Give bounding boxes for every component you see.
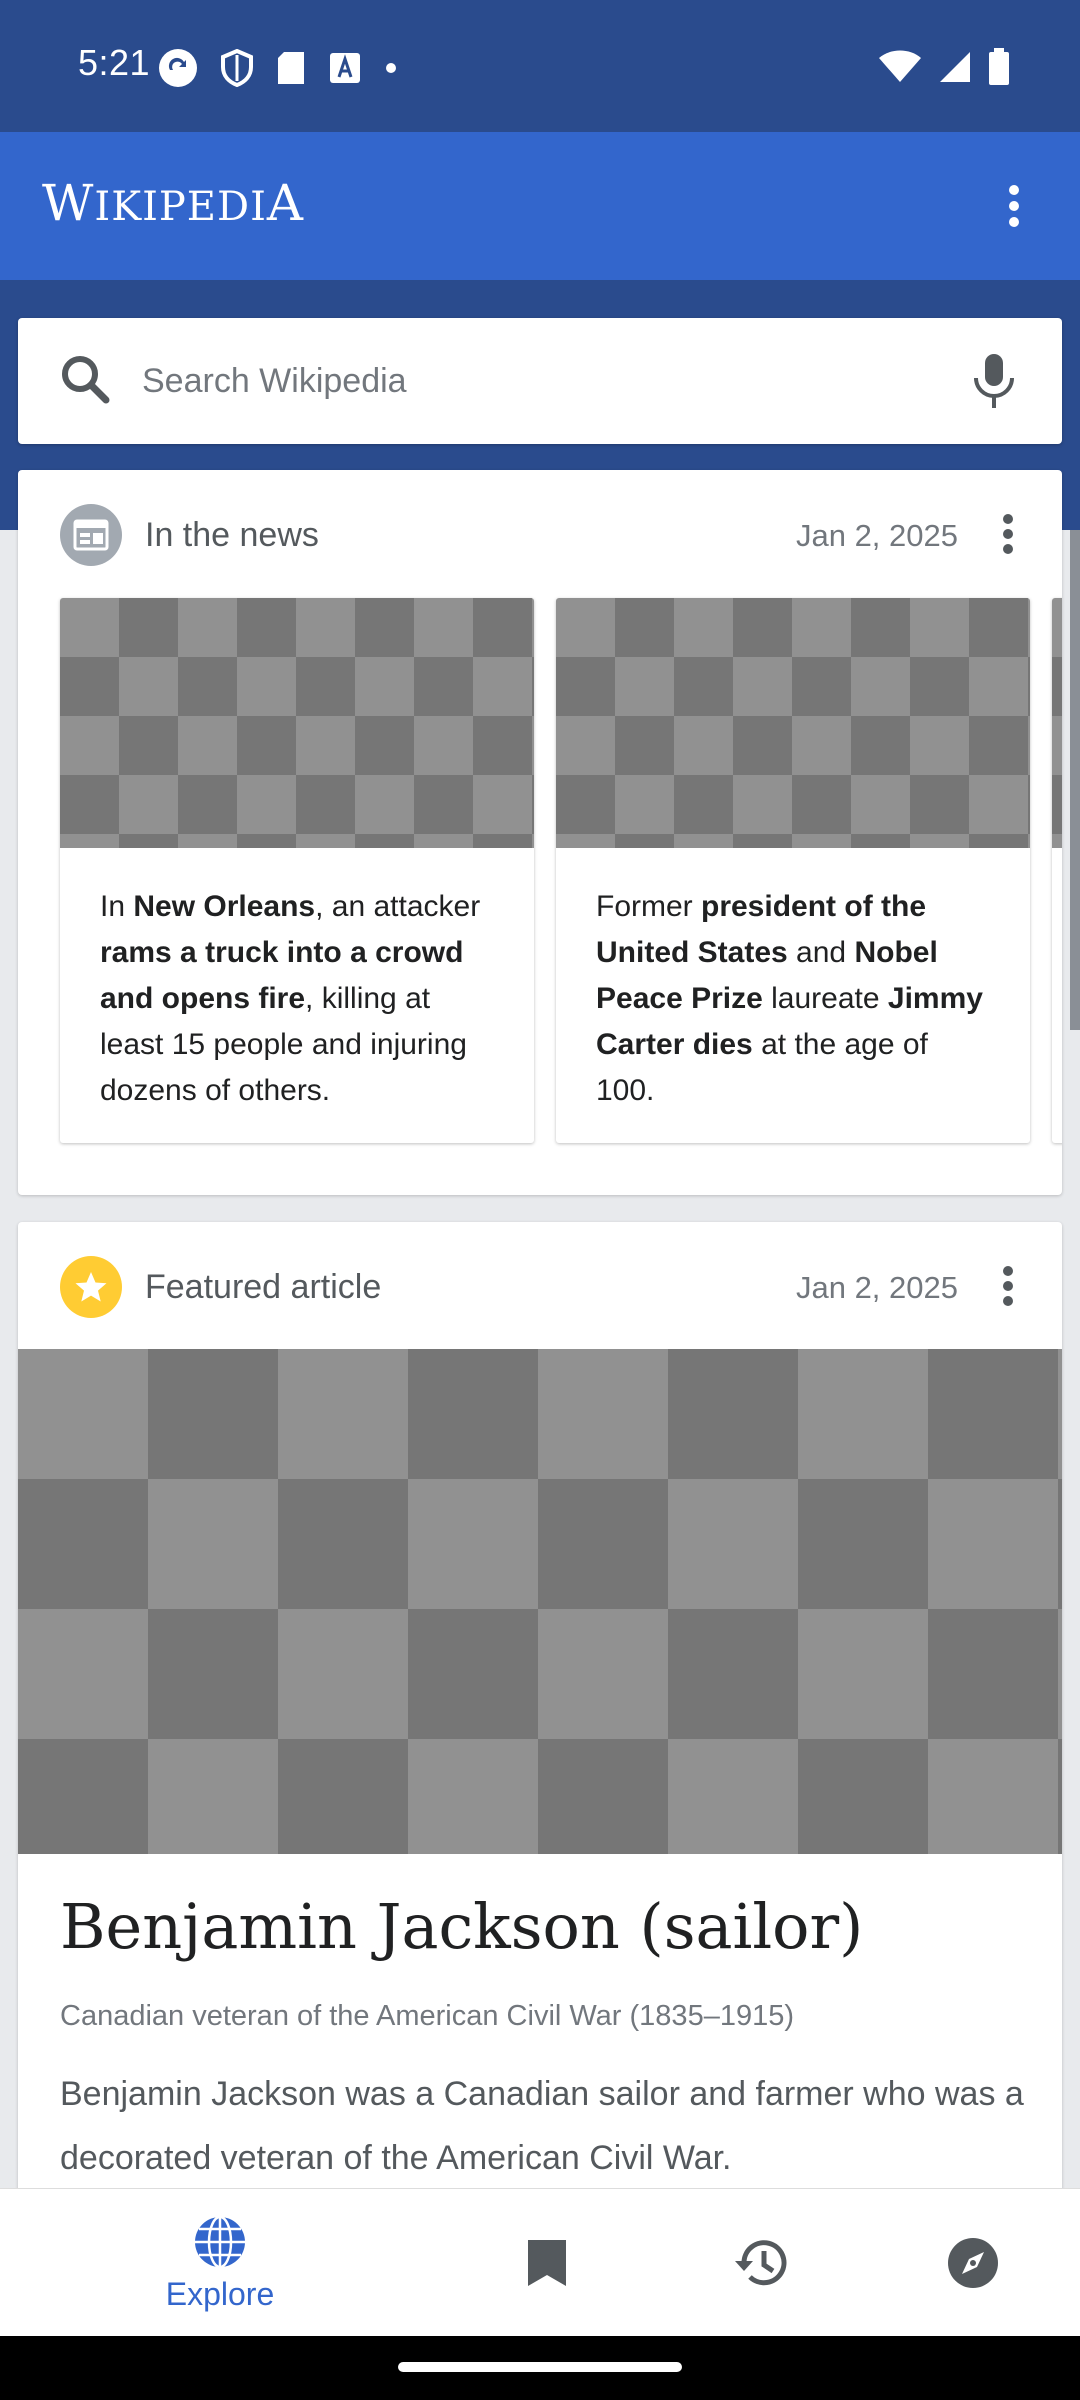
article-subtitle: Canadian veteran of the American Civil W… [60,2000,794,2032]
news-text-part: laureate [762,982,888,1015]
compass-icon [948,2238,998,2288]
news-card-header: In the news Jan 2, 2025 [18,470,1062,596]
app-bar: WIKIPEDIA [0,132,1080,280]
in-the-news-card: In the news Jan 2, 2025 In New Orleans, … [18,470,1062,1195]
news-image-placeholder [60,598,534,848]
status-time: 5:21 [78,42,151,83]
featured-image-placeholder[interactable] [18,1349,1062,1854]
news-card-date: Jan 2, 2025 [795,518,958,553]
globe-icon [195,2215,245,2268]
wifi-icon [879,50,921,82]
news-item-text: Former president of the United States an… [556,848,1030,1143]
nav-nearby[interactable] [893,2189,1053,2337]
news-item-partial[interactable] [1052,598,1062,1143]
search-bar[interactable] [18,318,1062,444]
home-indicator[interactable] [398,2362,682,2372]
bookmark-icon [528,2240,566,2286]
sync-app-icon [159,49,197,87]
news-link[interactable]: New Orleans [133,890,315,923]
sd-card-icon [278,52,304,84]
overflow-menu-button[interactable] [986,178,1042,234]
featured-article-card[interactable]: Featured article Jan 2, 2025 Benjamin Ja… [18,1222,1062,2232]
logo-final: A [266,174,304,232]
nav-explore[interactable]: Explore [140,2189,300,2337]
news-text-part: and [787,936,855,969]
news-carousel[interactable]: In New Orleans, an attacker rams a truck… [60,598,1062,1143]
nav-saved[interactable] [467,2189,627,2337]
featured-card-title: Featured article [145,1268,382,1306]
news-card-title: In the news [145,516,319,554]
logo-initial: W [42,174,95,232]
nav-history[interactable] [680,2189,840,2337]
featured-card-header: Featured article Jan 2, 2025 [18,1222,1062,1348]
wikipedia-logo: WIKIPEDIA [42,174,304,232]
more-vert-icon [1003,1266,1013,1306]
news-image-placeholder [556,598,1030,848]
article-extract: Benjamin Jackson was a Canadian sailor a… [60,2075,1024,2177]
news-text-part: Former [596,890,701,923]
news-icon [60,504,122,566]
search-icon [62,356,110,404]
featured-card-date: Jan 2, 2025 [795,1270,958,1305]
signal-icon [940,52,970,82]
nav-explore-label: Explore [165,2275,275,2312]
bottom-navigation: Explore [0,2188,1080,2336]
shield-icon [221,49,253,87]
history-icon [735,2240,787,2286]
news-item[interactable]: Former president of the United States an… [556,598,1030,1143]
star-icon [60,1256,122,1318]
news-item[interactable]: In New Orleans, an attacker rams a truck… [60,598,534,1143]
news-image-placeholder [1052,598,1062,848]
news-item-text: In New Orleans, an attacker rams a truck… [60,848,534,1143]
scrollbar[interactable] [1070,530,1080,1030]
logo-middle: IKIPEDI [94,184,267,230]
font-icon [330,53,360,83]
gesture-bar [0,2336,1080,2400]
search-input[interactable] [142,348,942,414]
battery-icon [989,48,1009,85]
more-vert-icon [1009,185,1019,227]
dot-icon [386,63,396,73]
more-vert-icon [1003,514,1013,554]
system-icons [878,48,1010,86]
news-text-part: , an attacker [315,890,481,923]
microphone-icon[interactable] [966,348,1022,414]
featured-card-menu-button[interactable] [982,1260,1034,1312]
article-title[interactable]: Benjamin Jackson (sailor) [60,1890,863,1963]
status-bar: 5:21 [0,0,1080,132]
notification-icons [158,48,398,88]
news-text-part: In [100,890,134,923]
news-card-menu-button[interactable] [982,508,1034,560]
